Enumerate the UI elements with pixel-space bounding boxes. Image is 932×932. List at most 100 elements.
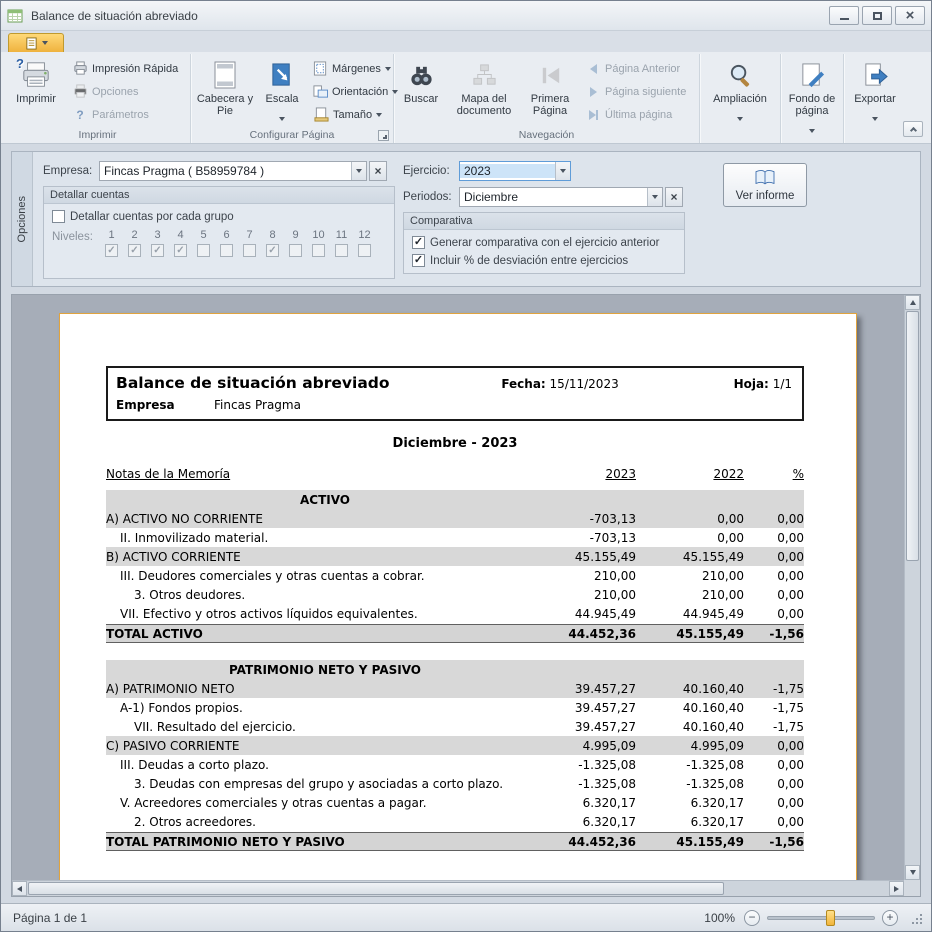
col-pct: % xyxy=(744,467,804,481)
row-value-pct: -1,75 xyxy=(744,701,804,715)
ejercicio-combobox[interactable]: 2023 xyxy=(459,161,571,181)
maximize-button[interactable] xyxy=(862,6,892,25)
report-sheet: Hoja: 1/1 xyxy=(734,377,792,391)
orientation-button[interactable]: Orientación xyxy=(307,81,391,102)
nivel-item: 6 xyxy=(215,229,238,257)
periodos-dropdown-button[interactable] xyxy=(647,188,662,206)
margins-button[interactable]: Márgenes xyxy=(307,58,391,79)
status-bar: Página 1 de 1 100% xyxy=(1,903,931,931)
search-button[interactable]: Buscar xyxy=(396,55,446,107)
row-value-2022: 45.155,49 xyxy=(636,835,744,849)
nivel-checkbox xyxy=(358,244,371,257)
zoom-slider-track xyxy=(767,916,875,920)
scroll-up-button[interactable] xyxy=(905,295,920,310)
empresa-clear-button[interactable] xyxy=(369,161,387,181)
printer-icon: ? xyxy=(21,59,51,91)
scroll-down-button[interactable] xyxy=(905,865,920,880)
zoom-in-button[interactable] xyxy=(882,910,898,926)
page-background-button[interactable]: Fondo de página xyxy=(783,55,841,140)
row-value-2022: 40.160,40 xyxy=(636,682,744,696)
dialog-launcher-icon[interactable] xyxy=(378,130,389,141)
zoom-slider-thumb[interactable] xyxy=(826,910,835,926)
vertical-scrollbar-thumb[interactable] xyxy=(906,311,919,561)
app-menu-button[interactable] xyxy=(8,33,64,52)
checkbox-checked-icon xyxy=(412,236,425,249)
options-tab[interactable]: Opciones xyxy=(12,152,33,286)
row-value-pct: 0,00 xyxy=(744,588,804,602)
report-row: A-1) Fondos propios. 39.457,27 40.160,40… xyxy=(106,698,804,717)
comparativa-groupbox: Comparativa Generar comparativa con el e… xyxy=(403,212,685,274)
ejercicio-dropdown-button[interactable] xyxy=(555,162,570,180)
report-period: Diciembre - 2023 xyxy=(106,436,804,451)
zoom-button[interactable]: Ampliación xyxy=(702,55,778,128)
desviacion-checkbox[interactable]: Incluir % de desviación entre ejercicios xyxy=(412,254,676,267)
row-value-2022: 6.320,17 xyxy=(636,796,744,810)
row-value-2023: 6.320,17 xyxy=(544,815,636,829)
row-value-pct: 0,00 xyxy=(744,531,804,545)
row-label: VII. Resultado del ejercicio. xyxy=(106,720,544,734)
size-icon xyxy=(313,107,329,123)
close-button[interactable] xyxy=(895,6,925,25)
row-value-pct: 0,00 xyxy=(744,607,804,621)
row-value-2022: 210,00 xyxy=(636,588,744,602)
row-label: II. Inmovilizado material. xyxy=(106,531,544,545)
nivel-number: 3 xyxy=(154,229,160,241)
nivel-number: 10 xyxy=(312,229,324,241)
export-button[interactable]: Exportar xyxy=(846,55,904,128)
row-value-2023: 39.457,27 xyxy=(544,701,636,715)
periodos-combobox[interactable]: Diciembre xyxy=(459,187,663,207)
nivel-item: 1 xyxy=(100,229,123,257)
header-footer-button[interactable]: Cabecera y Pie xyxy=(193,55,257,119)
ver-informe-button[interactable]: Ver informe xyxy=(723,163,807,207)
report-row: VII. Efectivo y otros activos líquidos e… xyxy=(106,604,804,623)
vertical-scrollbar[interactable] xyxy=(904,295,920,880)
minimize-button[interactable] xyxy=(829,6,859,25)
report-title: Balance de situación abreviado xyxy=(116,374,501,392)
scroll-right-button[interactable] xyxy=(889,881,904,896)
document-map-button: Mapa del documento xyxy=(447,55,521,119)
size-button[interactable]: Tamaño xyxy=(307,104,391,125)
close-icon xyxy=(906,7,915,25)
row-label: A-1) Fondos propios. xyxy=(106,701,544,715)
row-label: ACTIVO xyxy=(106,493,544,507)
row-value-pct: -1,75 xyxy=(744,682,804,696)
horizontal-scrollbar-thumb[interactable] xyxy=(28,882,724,895)
row-label: A) ACTIVO NO CORRIENTE xyxy=(106,512,544,526)
window-title: Balance de situación abreviado xyxy=(31,9,198,23)
report-view-icon xyxy=(754,169,776,187)
last-page-button: Última página xyxy=(579,104,697,125)
first-page-icon xyxy=(537,59,564,91)
scroll-left-button[interactable] xyxy=(12,881,27,896)
scale-button[interactable]: Escala xyxy=(258,55,306,128)
horizontal-scrollbar[interactable] xyxy=(12,880,904,896)
ribbon-group-label-navegacion: Navegación xyxy=(396,128,697,143)
quick-print-button[interactable]: Impresión Rápida xyxy=(66,58,188,79)
zoom-slider[interactable] xyxy=(767,910,875,926)
prev-page-icon xyxy=(585,61,601,77)
row-value-2023: 45.155,49 xyxy=(544,550,636,564)
ribbon: ? Imprimir Impresión Rápida xyxy=(1,52,931,144)
collapse-ribbon-button[interactable] xyxy=(903,121,923,137)
report-row: A) PATRIMONIO NETO 39.457,27 40.160,40 -… xyxy=(106,679,804,698)
report-date: Fecha: 15/11/2023 xyxy=(501,377,733,391)
resize-grip[interactable] xyxy=(909,911,923,925)
header-footer-icon xyxy=(213,59,237,91)
row-value-2023: -703,13 xyxy=(544,531,636,545)
row-label: 3. Deudas con empresas del grupo y asoci… xyxy=(106,777,544,791)
col-2022: 2022 xyxy=(636,467,744,481)
empresa-combobox[interactable]: Fincas Pragma ( B58959784 ) xyxy=(99,161,367,181)
first-page-button: Primera Página xyxy=(522,55,578,119)
periodos-clear-button[interactable] xyxy=(665,187,683,207)
row-label: III. Deudores comerciales y otras cuenta… xyxy=(106,569,544,583)
col-2023: 2023 xyxy=(544,467,636,481)
print-button[interactable]: ? Imprimir xyxy=(7,55,65,107)
zoom-out-button[interactable] xyxy=(744,910,760,926)
row-value-2022: 0,00 xyxy=(636,512,744,526)
empresa-dropdown-button[interactable] xyxy=(351,162,366,180)
detallar-checkbox[interactable]: Detallar cuentas por cada grupo xyxy=(52,210,386,223)
row-label: VII. Efectivo y otros activos líquidos e… xyxy=(106,607,544,621)
comparativa-anterior-checkbox[interactable]: Generar comparativa con el ejercicio ant… xyxy=(412,236,676,249)
document-map-icon xyxy=(471,59,498,91)
row-value-2022: 210,00 xyxy=(636,569,744,583)
empresa-value: Fincas Pragma ( B58959784 ) xyxy=(100,164,351,178)
